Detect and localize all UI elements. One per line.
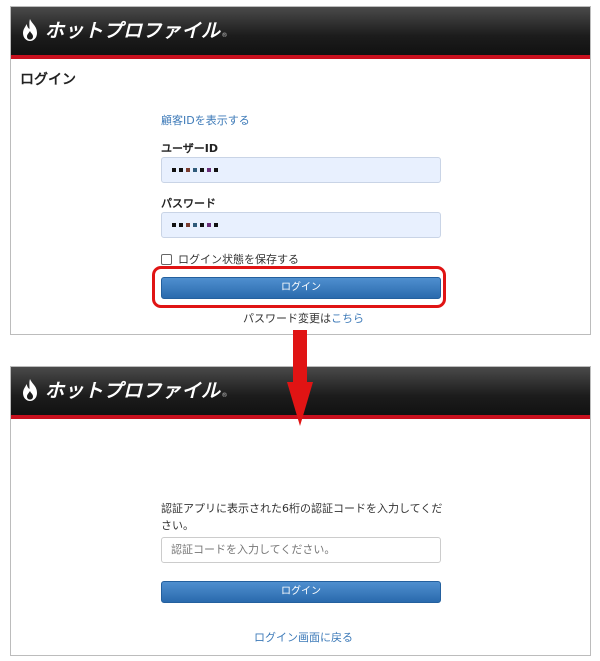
brand-name: ホットプロファイル [45,380,221,402]
page-title: ログイン [20,72,76,88]
brand-logo: ホットプロファイル ® [21,376,228,403]
flame-icon [23,378,37,401]
masked-value [172,223,218,227]
user-id-input[interactable] [161,157,441,183]
remember-login-row[interactable]: ログイン状態を保存する [161,251,299,267]
password-input[interactable] [161,212,441,238]
flame-icon [23,18,37,41]
login-button-highlight [152,266,446,308]
password-change-row: パスワード変更はこちら [243,310,364,326]
verify-login-button[interactable]: ログイン [161,581,441,603]
masked-value [172,168,218,172]
password-change-link[interactable]: こちら [331,312,364,325]
brand-logo: ホットプロファイル ® [21,16,228,43]
arrow-down-icon [287,330,313,426]
brand-name: ホットプロファイル [45,20,221,42]
verify-instruction: 認証アプリに表示された6桁の認証コードを入力してください。 [161,502,443,532]
user-id-label: ユーザーID [161,142,219,155]
password-label: パスワード [161,197,216,210]
password-change-text: パスワード変更は [243,312,331,325]
show-customer-id-link[interactable]: 顧客IDを表示する [161,112,250,128]
remember-login-checkbox[interactable] [161,253,172,265]
verification-code-input[interactable]: 認証コードを入力してください。 [161,537,441,563]
registered-mark: ® [221,32,228,39]
app-header: ホットプロファイル ® [11,7,590,59]
remember-login-label: ログイン状態を保存する [178,253,299,266]
registered-mark: ® [221,392,228,399]
back-to-login-link[interactable]: ログイン画面に戻る [254,629,353,645]
